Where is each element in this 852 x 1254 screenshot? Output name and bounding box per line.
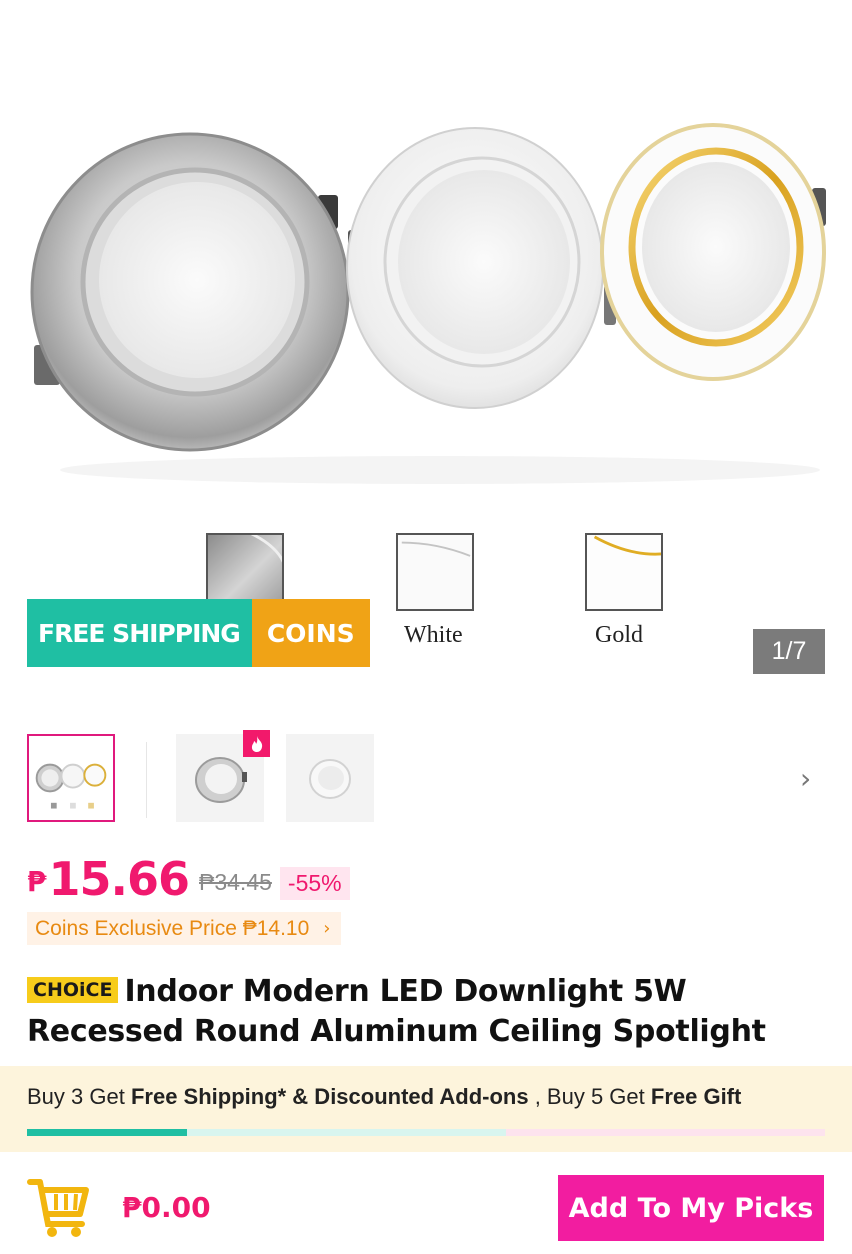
bundle-offer-banner[interactable]: Buy 3 Get Free Shipping* & Discounted Ad… bbox=[0, 1066, 852, 1152]
bundle-part2: , Buy 5 Get bbox=[528, 1084, 651, 1109]
coins-exclusive-price[interactable]: Coins Exclusive Price ₱14.10 › bbox=[27, 912, 341, 945]
gold-swatch bbox=[585, 533, 663, 611]
white-swatch-label: White bbox=[404, 622, 463, 648]
price-row: ₱ 15.66 ₱34.45 -55% bbox=[27, 850, 350, 906]
promo-banner: FREE SHIPPING COINS bbox=[27, 599, 370, 667]
bundle-progress-bar bbox=[27, 1129, 825, 1136]
progress-segment bbox=[187, 1129, 506, 1136]
discount-badge: -55% bbox=[279, 867, 350, 900]
product-title: CHOiCE Indoor Modern LED Downlight 5W Rec… bbox=[27, 972, 827, 1052]
bundle-part2-bold: Free Gift bbox=[650, 1084, 742, 1109]
image-counter: 1/7 bbox=[753, 629, 825, 674]
gold-swatch-label: Gold bbox=[595, 622, 643, 648]
product-title-text: Indoor Modern LED Downlight 5W Recessed … bbox=[27, 974, 766, 1049]
coins-tag: COINS bbox=[251, 599, 370, 667]
bundle-part1-bold: Free Shipping* & Discounted Add-ons bbox=[130, 1084, 529, 1109]
white-swatch bbox=[396, 533, 474, 611]
add-to-my-picks-button[interactable]: Add To My Picks bbox=[558, 1175, 824, 1241]
bundle-offer-text: Buy 3 Get Free Shipping* & Discounted Ad… bbox=[27, 1084, 741, 1110]
fire-icon bbox=[243, 730, 270, 757]
coins-price-label: Coins Exclusive Price ₱14.10 bbox=[35, 916, 310, 940]
thumbnail-divider bbox=[146, 742, 147, 818]
progress-filled bbox=[27, 1129, 187, 1136]
progress-segment bbox=[506, 1129, 825, 1136]
free-shipping-tag: FREE SHIPPING bbox=[27, 599, 252, 667]
cart-total: ₱0.00 bbox=[122, 1191, 211, 1224]
product-image-gallery[interactable]: White Gold FREE SHIPPING COINS 1/7 bbox=[0, 0, 852, 700]
chevron-right-icon[interactable]: › bbox=[800, 762, 811, 795]
thumbnail-1-selected[interactable] bbox=[27, 734, 115, 822]
shopping-cart-icon[interactable] bbox=[26, 1174, 92, 1240]
choice-badge: CHOiCE bbox=[27, 977, 119, 1003]
current-price: 15.66 bbox=[48, 852, 190, 906]
chevron-right-icon: › bbox=[323, 918, 331, 939]
thumbnail-strip: › bbox=[0, 730, 852, 826]
bundle-part1: Buy 3 Get bbox=[27, 1084, 131, 1109]
original-price: ₱34.45 bbox=[199, 869, 272, 895]
thumbnail-3[interactable] bbox=[286, 734, 374, 822]
price-currency: ₱ bbox=[27, 865, 47, 898]
